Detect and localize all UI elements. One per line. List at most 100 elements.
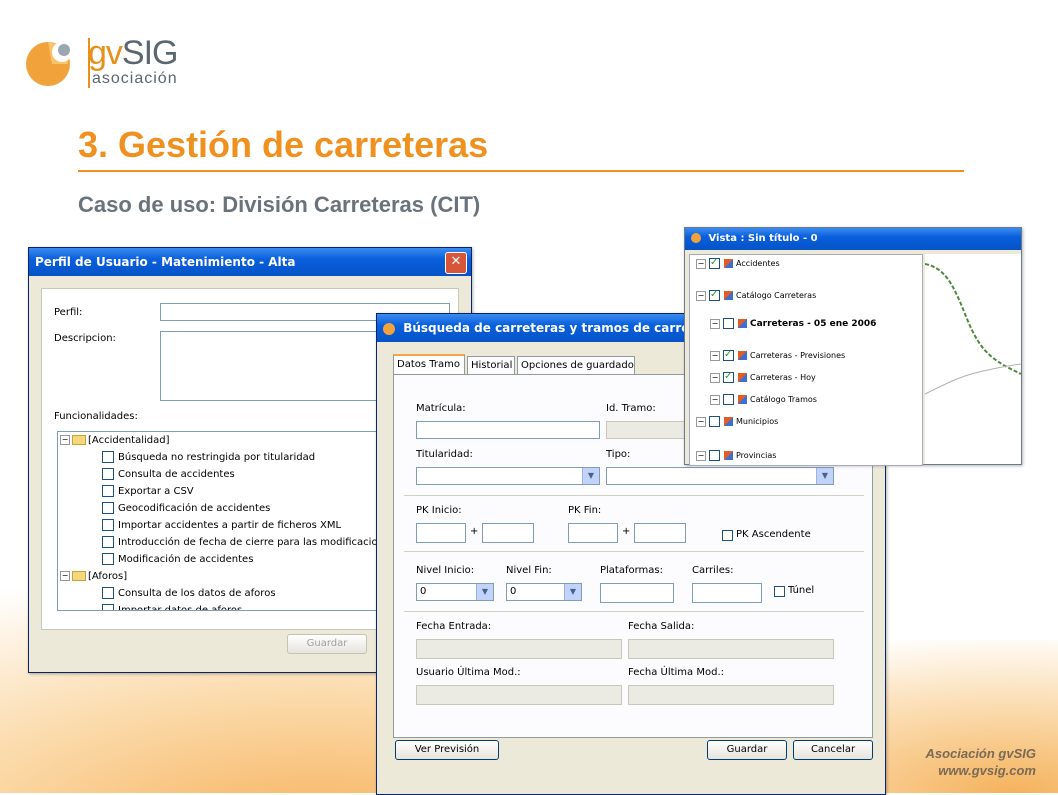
layer-visibility-checkbox[interactable] xyxy=(723,348,734,362)
function-checkbox[interactable] xyxy=(102,519,114,531)
gvsig-logo-icon xyxy=(26,42,72,86)
tab-opciones-guardado[interactable]: Opciones de guardado xyxy=(517,356,635,374)
layer-row[interactable]: − Catálogo Tramos xyxy=(710,393,817,407)
matricula-input[interactable] xyxy=(416,421,600,439)
section-divider xyxy=(404,495,864,496)
function-checkbox[interactable] xyxy=(102,604,114,610)
tree-function-row[interactable]: Consulta de accidentes xyxy=(102,466,235,483)
layer-visibility-checkbox[interactable] xyxy=(723,370,734,384)
profile-window-title: Perfil de Usuario - Matenimiento - Alta xyxy=(35,255,296,269)
collapse-icon[interactable]: − xyxy=(696,258,706,269)
pk-fin-m-input[interactable] xyxy=(634,523,686,543)
id-tramo-label: Id. Tramo: xyxy=(606,403,656,414)
function-checkbox[interactable] xyxy=(102,587,114,599)
nivel-inicio-select[interactable]: 0 ▼ xyxy=(416,583,494,601)
collapse-icon[interactable]: − xyxy=(710,372,720,383)
collapse-icon[interactable]: − xyxy=(710,350,720,361)
tree-item-label: Consulta de accidentes xyxy=(118,469,235,480)
function-checkbox[interactable] xyxy=(102,468,114,480)
nivel-fin-select[interactable]: 0 ▼ xyxy=(506,583,582,601)
tree-function-row[interactable]: Introducción de fecha de cierre para las… xyxy=(102,534,378,551)
ver-prevision-button[interactable]: Ver Previsión xyxy=(395,740,499,760)
tab-datos-tramo[interactable]: Datos Tramo xyxy=(393,354,465,375)
guardar-button[interactable]: Guardar xyxy=(707,740,787,760)
pk-fin-label: PK Fin: xyxy=(568,505,602,516)
view-window-titlebar[interactable]: Vista : Sin título - 0 xyxy=(685,228,1021,250)
layer-row[interactable]: − Catálogo Carreteras xyxy=(696,288,816,303)
tree-function-row[interactable]: Geocodificación de accidentes xyxy=(102,500,270,517)
layer-visibility-checkbox[interactable] xyxy=(709,416,720,427)
layer-toc[interactable]: − Accidentes − Catálogo Carreteras − Carreter… xyxy=(689,254,923,466)
tree-function-row[interactable]: Importar accidentes a partir de ficheros… xyxy=(102,517,341,534)
layer-label: Carreteras - Hoy xyxy=(750,373,816,382)
pk-inicio-km-input[interactable] xyxy=(416,523,466,543)
pk-inicio-m-input[interactable] xyxy=(482,523,534,543)
nivel-fin-label: Nivel Fin: xyxy=(506,565,552,576)
tree-folder-row[interactable]: − [Accidentalidad] xyxy=(60,432,170,449)
layer-icon xyxy=(738,319,747,328)
function-checkbox[interactable] xyxy=(102,451,114,463)
layer-label: Carreteras - 05 ene 2006 xyxy=(750,319,877,329)
layer-visibility-checkbox[interactable] xyxy=(709,288,720,302)
fecha-salida-label: Fecha Salida: xyxy=(628,621,695,632)
tree-function-row[interactable]: Importar datos de aforos xyxy=(102,602,243,611)
collapse-icon[interactable]: − xyxy=(696,416,706,427)
gvsig-logo: gvSIG asociación xyxy=(22,34,182,94)
collapse-icon[interactable]: − xyxy=(696,290,706,301)
layer-row[interactable]: − Carreteras - 05 ene 2006 xyxy=(710,317,876,331)
tree-folder-row[interactable]: − [Aforos] xyxy=(60,568,127,585)
layer-visibility-checkbox[interactable] xyxy=(723,318,734,329)
layer-icon xyxy=(724,291,733,300)
tree-function-row[interactable]: Modificación de accidentes xyxy=(102,551,253,568)
pk-ascendente-checkbox[interactable] xyxy=(722,530,733,541)
tree-function-row[interactable]: Exportar a CSV xyxy=(102,483,194,500)
usuario-ultima-mod-label: Usuario Última Mod.: xyxy=(416,667,521,678)
tab-historial[interactable]: Historial xyxy=(467,356,515,374)
guardar-button-disabled[interactable]: Guardar xyxy=(287,634,367,654)
layer-row[interactable]: − Provincias xyxy=(696,449,776,463)
logo-wordmark: gvSIG xyxy=(88,34,178,72)
titularidad-select[interactable]: ▼ xyxy=(416,467,600,485)
layer-row[interactable]: − Carreteras - Hoy xyxy=(710,370,816,385)
tipo-select[interactable]: ▼ xyxy=(606,467,834,485)
fecha-ultima-mod-input xyxy=(628,685,834,705)
slide-title: 3. Gestión de carreteras xyxy=(78,124,489,165)
logo-subtitle: asociación xyxy=(92,70,178,87)
tunel-checkbox[interactable] xyxy=(774,586,785,597)
function-checkbox[interactable] xyxy=(102,502,114,514)
map-canvas[interactable] xyxy=(925,254,1021,464)
layer-row[interactable]: − Accidentes xyxy=(696,256,780,271)
tree-function-row[interactable]: Búsqueda no restringida por titularidad xyxy=(102,449,315,466)
collapse-icon[interactable]: − xyxy=(710,318,720,329)
funcionalidades-tree[interactable]: − [Accidentalidad] Búsqueda no restringida… xyxy=(57,431,385,611)
pk-fin-km-input[interactable] xyxy=(568,523,618,543)
section-divider xyxy=(404,551,864,552)
tree-item-label: Importar datos de aforos xyxy=(118,605,243,611)
fecha-entrada-input xyxy=(416,639,622,659)
title-underline xyxy=(78,170,964,172)
collapse-icon[interactable]: − xyxy=(60,571,70,581)
function-checkbox[interactable] xyxy=(102,536,114,548)
layer-visibility-checkbox[interactable] xyxy=(709,256,720,270)
collapse-icon[interactable]: − xyxy=(60,435,70,445)
carriles-label: Carriles: xyxy=(692,565,734,576)
carriles-input[interactable] xyxy=(692,583,762,603)
tree-item-label: [Aforos] xyxy=(88,571,128,582)
close-icon[interactable]: ✕ xyxy=(445,252,467,274)
collapse-icon[interactable]: − xyxy=(696,450,706,461)
cancelar-button[interactable]: Cancelar xyxy=(793,740,873,760)
layer-visibility-checkbox[interactable] xyxy=(723,394,734,405)
collapse-icon[interactable]: − xyxy=(710,394,720,405)
layer-label: Provincias xyxy=(736,451,777,460)
tree-function-row[interactable]: Consulta de los datos de aforos xyxy=(102,585,276,602)
function-checkbox[interactable] xyxy=(102,553,114,565)
layer-row[interactable]: − Municipios xyxy=(696,415,778,429)
fecha-salida-input xyxy=(628,639,834,659)
layer-row[interactable]: − Carreteras - Previsiones xyxy=(710,348,845,363)
function-checkbox[interactable] xyxy=(102,485,114,497)
profile-window-titlebar[interactable]: Perfil de Usuario - Matenimiento - Alta … xyxy=(29,248,471,276)
footer-brand: Asociación gvSIG www.gvsig.com xyxy=(925,745,1036,779)
layer-icon xyxy=(724,451,733,460)
plataformas-input[interactable] xyxy=(600,583,674,603)
layer-visibility-checkbox[interactable] xyxy=(709,450,720,461)
